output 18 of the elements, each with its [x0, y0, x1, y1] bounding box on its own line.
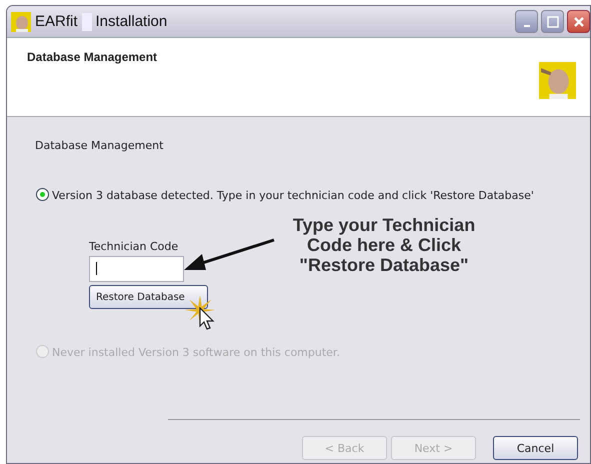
window-title: EARfit — [35, 13, 78, 30]
page-title: Database Management — [27, 50, 158, 64]
annotation-text: Type your Technician Code here & Click "Restore Database" — [292, 215, 476, 275]
cursor-icon — [199, 307, 215, 331]
close-button[interactable] — [567, 10, 590, 33]
field-label: Technician Code — [89, 240, 178, 253]
maximize-icon — [546, 16, 558, 28]
section-label: Database Management — [35, 139, 164, 152]
technician-code-field[interactable] — [89, 256, 184, 282]
head-icon — [539, 62, 576, 99]
cancel-button[interactable]: Cancel — [493, 436, 578, 460]
minimize-icon — [524, 24, 530, 26]
head-icon — [11, 12, 31, 32]
redaction-block — [82, 12, 92, 30]
minimize-button[interactable] — [515, 10, 538, 33]
maximize-button[interactable] — [541, 10, 564, 33]
window-title: Installation — [96, 13, 168, 30]
close-icon — [572, 16, 584, 28]
